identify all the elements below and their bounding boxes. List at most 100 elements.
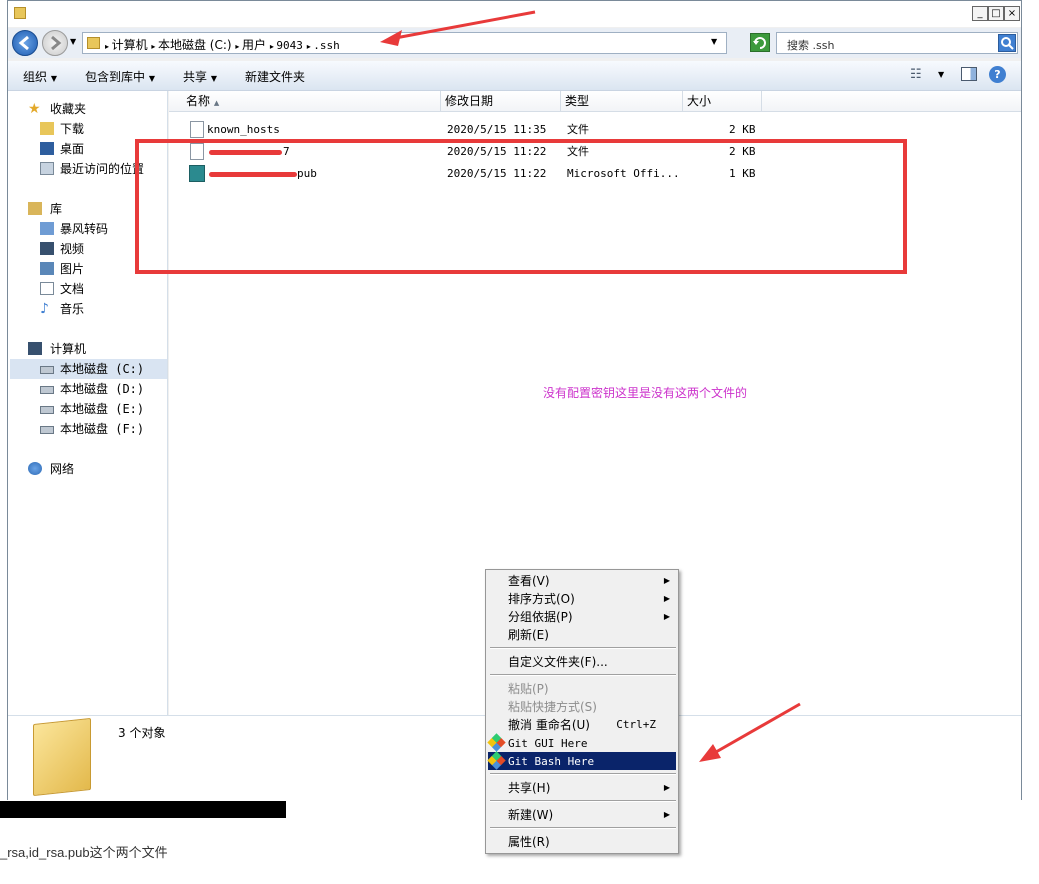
background-black-bar xyxy=(0,801,286,818)
submenu-arrow-icon: ▶ xyxy=(663,576,670,585)
back-arrow-icon xyxy=(18,35,29,51)
nav-recent[interactable]: 最近访问的位置 xyxy=(40,159,144,179)
red-highlight-box xyxy=(135,139,907,274)
menu-view[interactable]: 查看(V) ▶ xyxy=(488,572,676,590)
annotation-text: 没有配置密钥这里是没有这两个文件的 xyxy=(543,386,748,400)
breadcrumb-computer[interactable]: 计算机 xyxy=(112,38,148,52)
column-type[interactable]: 类型 xyxy=(561,91,683,112)
nav-storm[interactable]: 暴风转码 xyxy=(40,219,108,239)
nav-favorites[interactable]: ★ 收藏夹 xyxy=(28,99,86,119)
file-type: 文件 xyxy=(567,123,589,136)
search-placeholder: 搜索 .ssh xyxy=(787,39,835,52)
command-bar: 组织 ▼ 包含到库中 ▼ 共享 ▼ 新建文件夹 ☷ ▼ ? xyxy=(8,61,1021,91)
nav-documents[interactable]: 文档 xyxy=(40,279,84,299)
breadcrumb-users[interactable]: 用户 xyxy=(242,38,266,52)
file-size: 2 KB xyxy=(729,123,756,136)
nav-downloads[interactable]: 下载 xyxy=(40,119,84,139)
red-arrow-menu xyxy=(699,702,801,762)
column-headers: 名称 ▲ 修改日期 类型 大小 xyxy=(169,91,1021,112)
include-library-menu[interactable]: 包含到库中 ▼ xyxy=(85,68,155,85)
view-dropdown-icon[interactable]: ▼ xyxy=(938,70,944,79)
new-folder-button[interactable]: 新建文件夹 xyxy=(245,68,305,85)
file-name: known_hosts xyxy=(207,123,280,136)
column-date[interactable]: 修改日期 xyxy=(441,91,561,112)
forward-button[interactable] xyxy=(42,30,68,56)
computer-icon xyxy=(28,342,42,355)
nav-drive-d[interactable]: 本地磁盘 (D:) xyxy=(40,379,144,399)
menu-share[interactable]: 共享(H) ▶ xyxy=(488,779,676,797)
page-caption: _rsa,id_rsa.pub这个两个文件 xyxy=(0,845,168,860)
nav-drive-c[interactable]: 本地磁盘 (C:) xyxy=(10,359,167,379)
search-input[interactable]: 搜索 .ssh xyxy=(776,32,1018,54)
music-note-icon: ♪ xyxy=(40,301,49,317)
nav-pictures[interactable]: 图片 xyxy=(40,259,84,279)
menu-new[interactable]: 新建(W) ▶ xyxy=(488,806,676,824)
address-dropdown-icon[interactable]: ▼ xyxy=(711,37,717,46)
nav-music[interactable]: ♪ 音乐 xyxy=(40,299,84,319)
menu-sort[interactable]: 排序方式(O) ▶ xyxy=(488,590,676,608)
nav-computer[interactable]: 计算机 xyxy=(28,339,86,359)
menu-separator xyxy=(490,674,676,676)
menu-refresh[interactable]: 刷新(E) xyxy=(488,626,676,644)
drive-icon xyxy=(40,406,54,414)
file-row[interactable]: known_hosts 2020/5/15 11:35 文件 2 KB xyxy=(169,119,1021,141)
menu-git-bash[interactable]: Git Bash Here xyxy=(487,751,676,770)
back-button[interactable] xyxy=(12,30,38,56)
nav-videos[interactable]: 视频 xyxy=(40,239,84,259)
close-button[interactable]: × xyxy=(1004,6,1020,21)
nav-desktop[interactable]: 桌面 xyxy=(40,139,84,159)
menu-separator xyxy=(490,800,676,802)
drive-icon xyxy=(40,426,54,434)
menu-paste-shortcut[interactable]: 粘贴快捷方式(S) xyxy=(488,698,676,716)
red-arrow-address xyxy=(380,10,536,46)
view-options-icon[interactable]: ☷ xyxy=(910,67,922,82)
nav-drive-e[interactable]: 本地磁盘 (E:) xyxy=(40,399,144,419)
breadcrumb-user[interactable]: 9043 xyxy=(276,39,303,52)
sort-up-icon: ▲ xyxy=(213,99,220,107)
library-icon xyxy=(28,202,42,215)
git-icon xyxy=(487,733,506,752)
item-count: 3 个对象 xyxy=(118,726,166,740)
preview-pane-icon[interactable] xyxy=(961,67,977,81)
desktop-icon xyxy=(40,142,54,155)
video-icon xyxy=(40,242,54,255)
star-icon: ★ xyxy=(28,101,41,117)
forward-arrow-icon xyxy=(51,35,62,51)
menu-group[interactable]: 分组依据(P) ▶ xyxy=(488,608,676,626)
menu-git-gui[interactable]: Git GUI Here xyxy=(487,733,676,752)
document-icon xyxy=(40,282,54,295)
maximize-button[interactable]: □ xyxy=(988,6,1004,21)
search-icon xyxy=(1001,37,1014,50)
menu-undo-rename[interactable]: 撤消 重命名(U) Ctrl+Z xyxy=(488,716,676,734)
menu-properties[interactable]: 属性(R) xyxy=(488,833,676,851)
column-size[interactable]: 大小 xyxy=(683,91,762,112)
nav-network[interactable]: 网络 xyxy=(28,459,74,479)
submenu-arrow-icon: ▶ xyxy=(663,612,670,621)
file-icon xyxy=(190,121,204,138)
git-icon xyxy=(487,751,506,770)
refresh-button[interactable] xyxy=(750,33,770,52)
search-button[interactable] xyxy=(998,34,1016,52)
nav-drive-f[interactable]: 本地磁盘 (F:) xyxy=(40,419,144,439)
column-name[interactable]: 名称 ▲ xyxy=(169,91,441,112)
breadcrumb-ssh[interactable]: .ssh xyxy=(313,39,340,52)
library-folder-icon xyxy=(40,222,54,235)
minimize-button[interactable]: _ xyxy=(972,6,988,21)
recent-places-icon xyxy=(40,162,54,175)
organize-menu[interactable]: 组织 ▼ xyxy=(23,68,57,85)
folder-icon xyxy=(87,37,100,49)
submenu-arrow-icon: ▶ xyxy=(663,783,670,792)
download-folder-icon xyxy=(40,122,54,135)
breadcrumb-drive-c[interactable]: 本地磁盘 (C:) xyxy=(158,38,232,52)
context-menu: 查看(V) ▶ 排序方式(O) ▶ 分组依据(P) ▶ 刷新(E) 自定义文件夹(F)… xyxy=(485,569,679,854)
menu-paste[interactable]: 粘贴(P) xyxy=(488,680,676,698)
nav-libraries[interactable]: 库 xyxy=(28,199,62,219)
refresh-icon xyxy=(753,37,766,49)
share-menu[interactable]: 共享 ▼ xyxy=(183,68,217,85)
history-dropdown-icon[interactable]: ▼ xyxy=(70,37,76,46)
submenu-arrow-icon: ▶ xyxy=(663,594,670,603)
breadcrumb: ▸ 计算机 ▸ 本地磁盘 (C:) ▸ 用户 ▸ 9043 ▸ .ssh xyxy=(105,36,340,53)
folder-large-icon xyxy=(33,717,91,797)
help-icon[interactable]: ? xyxy=(989,66,1006,83)
menu-customize[interactable]: 自定义文件夹(F)... xyxy=(488,653,676,671)
